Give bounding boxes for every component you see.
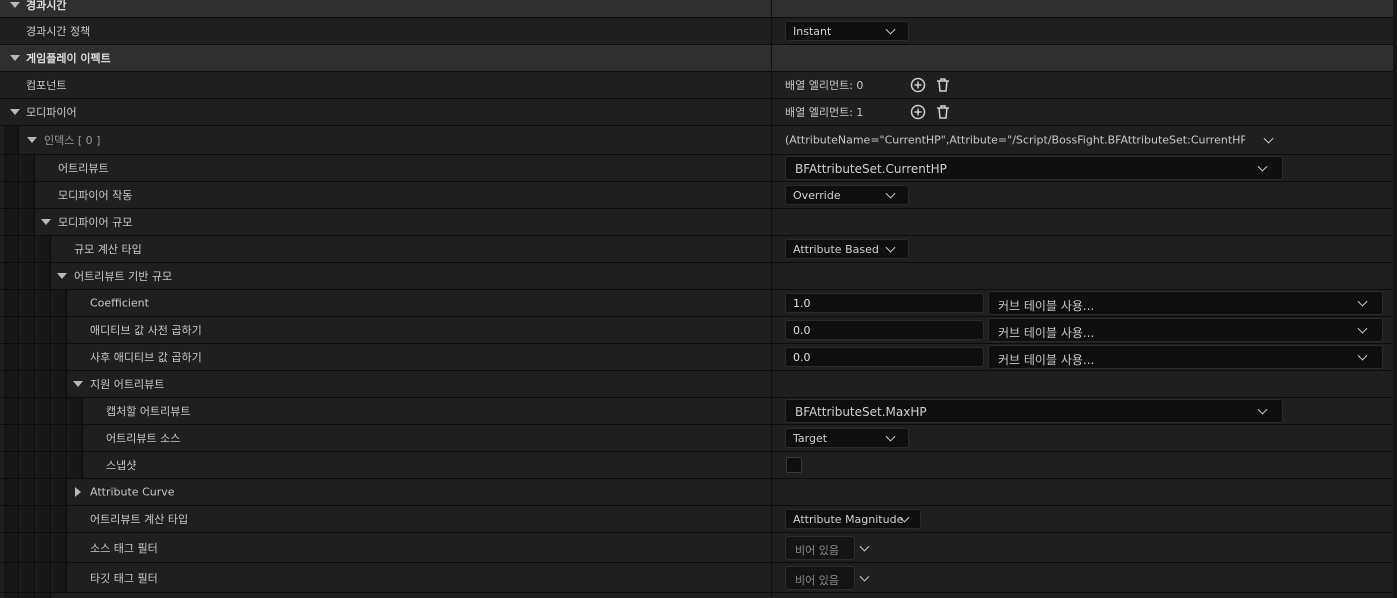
calc-type-dropdown[interactable]: Attribute Based: [785, 239, 909, 259]
chevron-down-icon[interactable]: [859, 541, 870, 552]
category-duration[interactable]: 경과시간: [0, 0, 1397, 18]
attribute-dropdown[interactable]: BFAttributeSet.CurrentHP: [785, 156, 1283, 180]
property-label: Coefficient: [90, 296, 149, 310]
property-label: Attribute Curve: [90, 485, 175, 499]
chevron-down-icon: [1357, 323, 1368, 334]
property-label: 컴포넌트: [26, 79, 67, 92]
coefficient-row: Coefficient 1.0 커브 테이블 사용...: [0, 290, 1397, 317]
snapshot-checkbox[interactable]: [786, 457, 802, 473]
chevron-down-icon: [1357, 296, 1368, 307]
chevron-down-icon: [1257, 404, 1268, 415]
category-gameplay-effect[interactable]: 게임플레이 이펙트: [0, 45, 1397, 72]
calc-type-row: 규모 계산 타입 Attribute Based: [0, 236, 1397, 263]
expand-arrow-icon[interactable]: [75, 487, 81, 497]
chevron-down-icon: [885, 431, 896, 442]
category-label: 게임플레이 이펙트: [26, 52, 111, 65]
details-panel: 경과시간 경과시간 정책 Instant 게임플레이 이펙트 컴포넌트 배열 엘…: [0, 0, 1397, 598]
plus-circle-icon[interactable]: [910, 77, 926, 93]
trash-icon[interactable]: [935, 104, 951, 120]
property-label: 어트리뷰트 계산 타입: [90, 513, 189, 526]
chevron-down-icon: [885, 24, 896, 35]
expand-arrow-icon[interactable]: [27, 137, 37, 143]
duration-policy-row: 경과시간 정책 Instant: [0, 18, 1397, 45]
expand-arrow-icon[interactable]: [73, 381, 83, 387]
property-label: 인덱스 [ 0 ]: [44, 134, 101, 147]
property-label: 어트리뷰트: [58, 162, 109, 175]
snapshot-row: 스냅샷: [0, 452, 1397, 479]
attribute-curve-row[interactable]: Attribute Curve: [0, 479, 1397, 506]
property-label: 규모 계산 타입: [74, 243, 142, 256]
pre-multiply-input[interactable]: 0.0: [785, 320, 984, 340]
property-label: 캡처할 어트리뷰트: [106, 405, 191, 418]
property-label: 스냅샷: [106, 459, 137, 472]
trash-icon[interactable]: [935, 77, 951, 93]
chevron-down-icon[interactable]: [1263, 133, 1274, 144]
partial-row: [0, 593, 1397, 598]
property-label: 모디파이어: [26, 106, 77, 119]
expand-arrow-icon[interactable]: [10, 55, 20, 61]
attribute-row: 어트리뷰트 BFAttributeSet.CurrentHP: [0, 155, 1397, 182]
modifier-op-row: 모디파이어 작동 Override: [0, 182, 1397, 209]
modifier-op-dropdown[interactable]: Override: [785, 185, 909, 205]
property-label: 지원 어트리뷰트: [90, 378, 165, 391]
pre-multiply-additive-row: 애디티브 값 사전 곱하기 0.0 커브 테이블 사용...: [0, 317, 1397, 344]
chevron-down-icon: [885, 188, 896, 199]
property-label: 경과시간 정책: [26, 25, 91, 38]
property-label: 어트리뷰트 소스: [106, 432, 181, 445]
source-tag-filter-row: 소스 태그 필터 비어 있음: [0, 533, 1397, 563]
modifier-index-row[interactable]: 인덱스 [ 0 ] (AttributeName="CurrentHP",Att…: [0, 126, 1397, 155]
index-summary: (AttributeName="CurrentHP",Attribute="/S…: [785, 133, 1245, 147]
capture-attribute-dropdown[interactable]: BFAttributeSet.MaxHP: [785, 399, 1283, 423]
attribute-source-row: 어트리뷰트 소스 Target: [0, 425, 1397, 452]
attribute-calc-type-dropdown[interactable]: Attribute Magnitude: [785, 509, 921, 529]
backing-attribute-row[interactable]: 지원 어트리뷰트: [0, 371, 1397, 398]
plus-circle-icon[interactable]: [910, 104, 926, 120]
array-count: 배열 엘리먼트: 1: [785, 106, 864, 119]
chevron-down-icon: [1357, 350, 1368, 361]
attribute-calc-type-row: 어트리뷰트 계산 타입 Attribute Magnitude: [0, 506, 1397, 533]
chevron-down-icon: [1257, 161, 1268, 172]
chevron-down-icon[interactable]: [859, 571, 870, 582]
category-label: 경과시간: [26, 0, 67, 12]
scrollbar[interactable]: [1393, 0, 1397, 598]
property-label: 애디티브 값 사전 곱하기: [90, 324, 202, 337]
property-label: 모디파이어 작동: [58, 189, 133, 202]
property-label: 어트리뷰트 기반 규모: [74, 270, 173, 283]
duration-policy-dropdown[interactable]: Instant: [785, 21, 909, 41]
attribute-based-magnitude-row[interactable]: 어트리뷰트 기반 규모: [0, 263, 1397, 290]
expand-arrow-icon[interactable]: [10, 2, 20, 8]
post-multiply-additive-row: 사후 애디티브 값 곱하기 0.0 커브 테이블 사용...: [0, 344, 1397, 371]
expand-arrow-icon[interactable]: [57, 273, 67, 279]
expand-arrow-icon[interactable]: [10, 109, 20, 115]
attribute-source-dropdown[interactable]: Target: [785, 428, 909, 448]
capture-attribute-row: 캡처할 어트리뷰트 BFAttributeSet.MaxHP: [0, 398, 1397, 425]
property-label: 사후 애디티브 값 곱하기: [90, 351, 202, 364]
target-tag-box[interactable]: 비어 있음: [785, 565, 855, 590]
chevron-down-icon: [885, 242, 896, 253]
coefficient-input[interactable]: 1.0: [785, 293, 984, 313]
array-count: 배열 엘리먼트: 0: [785, 79, 864, 92]
property-label: 타깃 태그 필터: [90, 571, 158, 585]
components-row: 컴포넌트 배열 엘리먼트: 0: [0, 72, 1397, 99]
property-label: 소스 태그 필터: [90, 541, 158, 555]
source-tag-box[interactable]: 비어 있음: [785, 535, 855, 560]
curve-table-dropdown[interactable]: 커브 테이블 사용...: [988, 318, 1383, 342]
target-tag-filter-row: 타깃 태그 필터 비어 있음: [0, 563, 1397, 593]
curve-table-dropdown[interactable]: 커브 테이블 사용...: [988, 345, 1383, 369]
modifier-magnitude-row[interactable]: 모디파이어 규모: [0, 209, 1397, 236]
modifiers-row[interactable]: 모디파이어 배열 엘리먼트: 1: [0, 99, 1397, 126]
curve-table-dropdown[interactable]: 커브 테이블 사용...: [988, 291, 1383, 315]
property-label: 모디파이어 규모: [58, 216, 133, 229]
expand-arrow-icon[interactable]: [41, 219, 51, 225]
post-multiply-input[interactable]: 0.0: [785, 347, 984, 367]
